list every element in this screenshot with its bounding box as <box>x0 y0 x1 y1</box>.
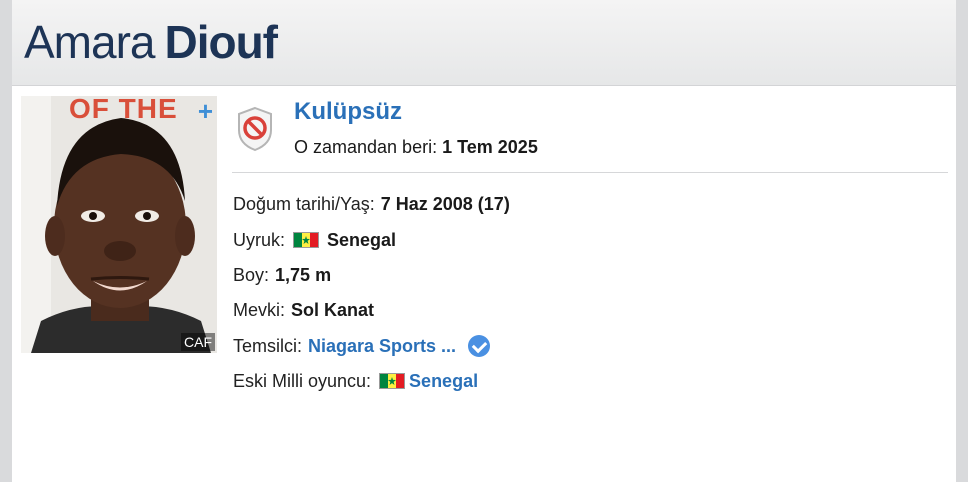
height-label: Boy: <box>233 265 270 285</box>
former-national-label: Eski Milli oyuncu: <box>233 371 372 391</box>
former-national-row: Eski Milli oyuncu: Senegal <box>233 369 478 393</box>
senegal-flag-icon <box>379 373 406 389</box>
club-since: O zamandan beri: 1 Tem 2025 <box>294 135 538 159</box>
senegal-flag-icon <box>293 232 320 248</box>
photo-credit: CAF <box>181 333 215 351</box>
former-national-link[interactable]: Senegal <box>409 369 478 393</box>
divider <box>232 172 948 173</box>
player-name: Amara Diouf <box>24 14 278 70</box>
birth-value: 7 Haz 2008 (17) <box>380 194 510 214</box>
club-name-link[interactable]: Kulüpsüz <box>294 97 402 127</box>
nationality-label: Uyruk: <box>233 230 286 250</box>
player-first-name: Amara <box>24 16 155 68</box>
player-last-name: Diouf <box>164 16 278 68</box>
since-label: O zamandan beri: <box>294 137 438 157</box>
verified-check-icon <box>468 335 491 357</box>
player-photo[interactable]: OF THE + CAF <box>21 96 217 353</box>
position-label: Mevki: <box>233 300 286 320</box>
player-portrait-image <box>21 96 217 353</box>
agent-row: Temsilci: Niagara Sports ... <box>233 334 491 358</box>
height-row: Boy: 1,75 m <box>233 263 331 287</box>
since-value: 1 Tem 2025 <box>442 137 538 157</box>
profile-header: Amara Diouf <box>12 0 956 86</box>
agent-link[interactable]: Niagara Sports ... <box>308 334 456 358</box>
birth-row: Doğum tarihi/Yaş: 7 Haz 2008 (17) <box>233 192 510 216</box>
agent-label: Temsilci: <box>233 336 303 356</box>
no-club-shield-icon <box>238 106 272 152</box>
birth-label: Doğum tarihi/Yaş: <box>233 194 375 214</box>
height-value: 1,75 m <box>275 265 332 285</box>
photo-background-text: OF THE <box>69 96 178 124</box>
photo-plus-icon[interactable]: + <box>198 98 213 124</box>
position-value: Sol Kanat <box>291 300 375 320</box>
nationality-value: Senegal <box>327 230 397 250</box>
nationality-row: Uyruk: Senegal <box>233 228 396 252</box>
position-row: Mevki: Sol Kanat <box>233 298 374 322</box>
